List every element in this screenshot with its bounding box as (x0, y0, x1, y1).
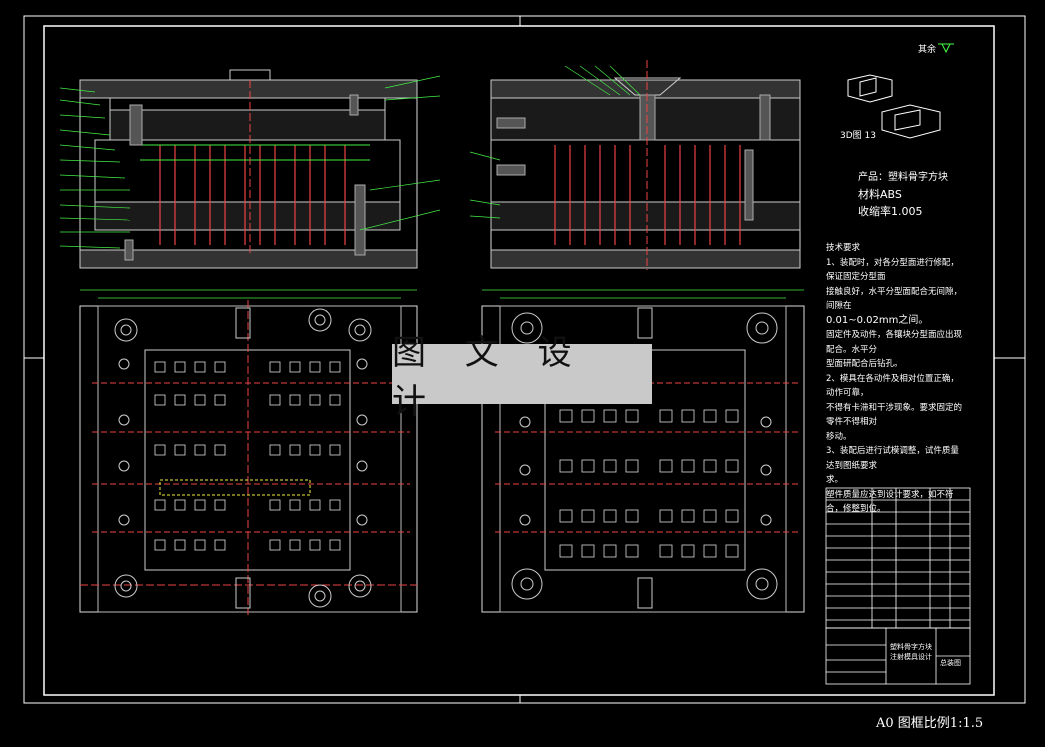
title-block-part-name: 塑料骨字方块 (890, 643, 932, 651)
tech-line: 移动。 (826, 431, 852, 442)
tech-requirements: 技术要求 1、装配时，对各分型面进行修配，保证固定分型面 接触良好，水平分型面配… (826, 241, 966, 517)
sheet-scale-footer: A0 图框比例1:1.5 (876, 716, 984, 731)
product-material: 材料ABS (858, 188, 902, 201)
roughness-symbol-icon (938, 43, 954, 54)
tech-line: 接触良好，水平分型面配合无间隙，间隙在 (826, 286, 963, 312)
tech-line: 固定件及动件，各镶块分型面应出现配合。水平分 (826, 330, 963, 355)
product-name: 产品：塑料骨字方块 (858, 172, 948, 183)
tech-line: 求。 (826, 475, 844, 485)
render-label: 3D图 13 (840, 131, 876, 141)
roughness-note: 其余 (918, 45, 937, 55)
tech-line: 1、装配时，对各分型面进行修配，保证固定分型面 (826, 257, 959, 283)
tech-title: 技术要求 (826, 243, 861, 253)
tech-line: 不得有卡滞和干涉现象。要求固定的零件不得相对 (826, 402, 963, 428)
plan-view-left (79, 289, 418, 615)
title-block-subtitle: 注射模具设计 (890, 653, 932, 661)
section-view-left (59, 69, 441, 269)
product-shrink: 收缩率1.005 (858, 205, 923, 218)
watermark-banner: 图 文 设 计 (392, 333, 652, 422)
tech-line: 0.01~0.02mm之间。 (826, 314, 929, 326)
tech-line: 3、装配后进行试模调整，试件质量达到图纸要求 (826, 446, 959, 471)
title-block-drawing-no: 总装图 (940, 659, 961, 667)
tech-line: 型面研配合后钻孔。 (826, 359, 903, 369)
section-view-right (469, 60, 801, 270)
tech-line: 塑件质量应达到设计要求，如不符合，修整到位。 (826, 489, 954, 515)
tech-line: 2、模具在各动件及相对位置正确，动作可靠， (826, 373, 959, 399)
